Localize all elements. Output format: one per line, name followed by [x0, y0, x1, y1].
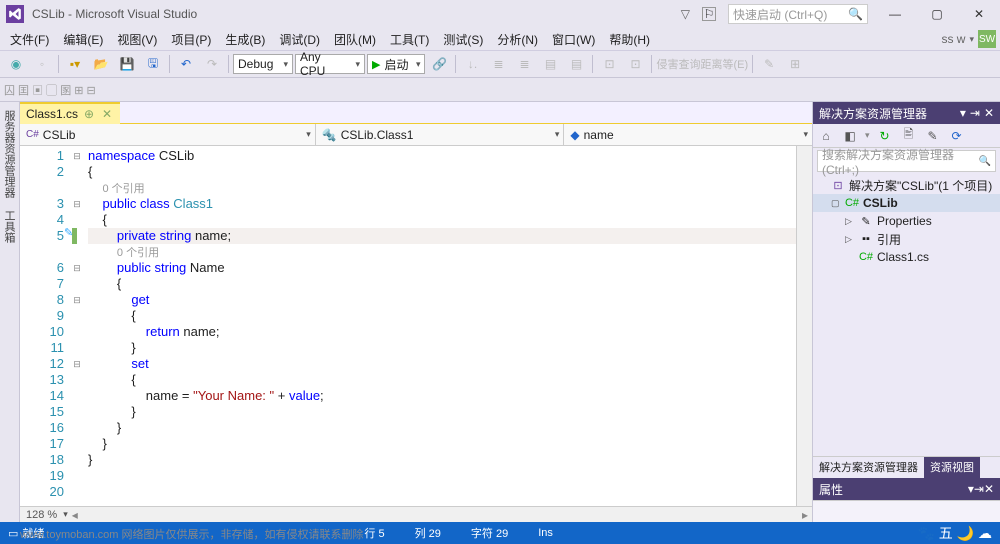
forward-button[interactable]: ◦	[30, 53, 54, 75]
vs-logo	[6, 5, 24, 23]
nav-bar: C#CSLib 🔩CSLib.Class1 ◆name	[20, 124, 812, 146]
user-dropdown-icon[interactable]: ▾	[969, 34, 974, 45]
window-title: CSLib - Microsoft Visual Studio	[32, 7, 197, 21]
open-button[interactable]: 📂	[89, 53, 113, 75]
main-toolbar: ◉ ◦ ▪▾ 📂 💾 🖫 ↶ ↷ Debug Any CPU ▶启动 🔗 ↓. …	[0, 50, 1000, 78]
status-col: 列 29	[415, 525, 441, 541]
menu-item[interactable]: 生成(B)	[219, 29, 271, 50]
notification-icon[interactable]: ⚐	[702, 7, 716, 21]
props-pin-icon[interactable]: ⇥	[974, 482, 984, 496]
nav-class[interactable]: 🔩CSLib.Class1	[316, 124, 565, 145]
menu-item[interactable]: 视图(V)	[111, 29, 163, 50]
outdent-button[interactable]: ≣	[512, 53, 536, 75]
undo-button[interactable]: ↶	[174, 53, 198, 75]
references-node[interactable]: ▷▪▪ 引用	[813, 230, 1000, 248]
file-tab-row: Class1.cs ⊕ ✕	[20, 102, 812, 124]
user-name[interactable]: ss w	[941, 32, 965, 46]
minimize-button[interactable]: —	[880, 4, 910, 24]
server-explorer-tab[interactable]: 服务器资源管理器	[0, 104, 19, 204]
menu-bar: 文件(F)编辑(E)视图(V)项目(P)生成(B)调试(D)团队(M)工具(T)…	[0, 28, 1000, 50]
watermark: www.toymoban.com 网络图片仅供展示，非存储，如有侵权请联系删除	[20, 526, 363, 542]
menu-item[interactable]: 分析(N)	[491, 29, 544, 50]
menu-item[interactable]: 文件(F)	[4, 29, 55, 50]
tb-end2[interactable]: ⊞	[783, 53, 807, 75]
redo-button[interactable]: ↷	[200, 53, 224, 75]
solution-tab-resource[interactable]: 资源视图	[924, 457, 980, 478]
status-feedback-icon[interactable]: 🐾 五 🌙 ☁	[917, 523, 992, 543]
horizontal-scrollbar[interactable]: 128 % ▾ ◂ ▸	[20, 506, 812, 522]
layout-tools[interactable]: 囚 囯 ▣ ▢ 圂 ⊞ ⊟	[4, 82, 96, 98]
class1-node[interactable]: C# Class1.cs	[813, 248, 1000, 266]
menu-item[interactable]: 窗口(W)	[546, 29, 601, 50]
back-button[interactable]: ◉	[4, 53, 28, 75]
bookmarks2-button[interactable]: ⊡	[623, 53, 647, 75]
show-all-icon[interactable]: 🖹	[900, 127, 918, 145]
close-button[interactable]: ✕	[964, 4, 994, 24]
toolbox-tab[interactable]: 工具箱	[0, 204, 19, 249]
menu-item[interactable]: 编辑(E)	[57, 29, 109, 50]
step-button[interactable]: ↓.	[460, 53, 484, 75]
solution-tabs: 解决方案资源管理器 资源视图	[813, 456, 1000, 478]
start-button[interactable]: ▶启动	[367, 54, 425, 74]
status-ins: Ins	[538, 527, 553, 539]
flag-icon[interactable]: ▽	[681, 7, 690, 21]
menu-item[interactable]: 帮助(H)	[603, 29, 656, 50]
tb-end1[interactable]: ✎	[757, 53, 781, 75]
solution-explorer: 解决方案资源管理器 ▾ ⇥ ✕ ⌂ ◧ ▾ ↻ 🖹 ✎ ⟳ 搜索解决方案资源管理…	[812, 102, 1000, 522]
nav-project[interactable]: C#CSLib	[20, 124, 316, 145]
bookmarks-button[interactable]: ⊡	[597, 53, 621, 75]
code-editor[interactable]: 12345✎67891011121314151617181920 ⊟⊟⊟⊟⊟ n…	[20, 146, 812, 506]
left-sidebar-tabs: 服务器资源管理器 工具箱	[0, 102, 20, 522]
properties-node[interactable]: ▷✎ Properties	[813, 212, 1000, 230]
properties-header[interactable]: 属性 ▾ ⇥ ✕	[813, 478, 1000, 500]
indent-button[interactable]: ≣	[486, 53, 510, 75]
menu-item[interactable]: 团队(M)	[328, 29, 382, 50]
menu-item[interactable]: 工具(T)	[384, 29, 435, 50]
menu-item[interactable]: 项目(P)	[165, 29, 217, 50]
quick-launch[interactable]: 快速启动 (Ctrl+Q) 🔍	[728, 4, 868, 24]
solution-toolbar: ⌂ ◧ ▾ ↻ 🖹 ✎ ⟳	[813, 124, 1000, 148]
sync-icon[interactable]: ↻	[876, 127, 894, 145]
file-tab-class1[interactable]: Class1.cs ⊕ ✕	[20, 102, 120, 124]
properties-body	[813, 500, 1000, 522]
collapse-icon[interactable]: ◧	[841, 127, 859, 145]
project-node[interactable]: ▢C# CSLib	[813, 194, 1000, 212]
config-combo[interactable]: Debug	[233, 54, 293, 74]
comment-button[interactable]: ▤	[538, 53, 562, 75]
vertical-scrollbar[interactable]	[796, 146, 812, 506]
toolbar-text[interactable]: 侵害查询距离等(E)	[656, 56, 748, 72]
nav-member[interactable]: ◆name	[564, 124, 812, 145]
zoom-level[interactable]: 128 %	[20, 509, 63, 521]
user-badge[interactable]: SW	[978, 30, 996, 48]
solution-tree: ⊡ 解决方案"CSLib"(1 个项目) ▢C# CSLib ▷✎ Proper…	[813, 174, 1000, 456]
title-bar: CSLib - Microsoft Visual Studio ▽ ⚐ 快速启动…	[0, 0, 1000, 28]
panel-dropdown-icon[interactable]: ▾	[960, 106, 966, 120]
close-tab-icon[interactable]: ✕	[102, 107, 114, 121]
pin-icon[interactable]: ⊕	[84, 107, 96, 121]
save-button[interactable]: 💾	[115, 53, 139, 75]
maximize-button[interactable]: ▢	[922, 4, 952, 24]
new-project-button[interactable]: ▪▾	[63, 53, 87, 75]
solution-tab-explorer[interactable]: 解决方案资源管理器	[813, 457, 924, 478]
uncomment-button[interactable]: ▤	[564, 53, 588, 75]
secondary-toolbar: 囚 囯 ▣ ▢ 圂 ⊞ ⊟	[0, 78, 1000, 102]
solution-explorer-header[interactable]: 解决方案资源管理器 ▾ ⇥ ✕	[813, 102, 1000, 124]
save-all-button[interactable]: 🖫	[141, 53, 165, 75]
menu-item[interactable]: 测试(S)	[437, 29, 489, 50]
panel-pin-icon[interactable]: ⇥	[970, 106, 980, 120]
home-icon[interactable]: ⌂	[817, 127, 835, 145]
status-icon: ▭	[8, 527, 18, 540]
props-close-icon[interactable]: ✕	[984, 482, 994, 496]
editor-area: Class1.cs ⊕ ✕ C#CSLib 🔩CSLib.Class1 ◆nam…	[20, 102, 812, 522]
solution-node[interactable]: ⊡ 解决方案"CSLib"(1 个项目)	[813, 176, 1000, 194]
status-line: 行 5	[364, 525, 384, 541]
menu-item[interactable]: 调试(D)	[273, 29, 326, 50]
panel-close-icon[interactable]: ✕	[984, 106, 994, 120]
browser-link-button[interactable]: 🔗	[427, 53, 451, 75]
solution-search[interactable]: 搜索解决方案资源管理器(Ctrl+;) 🔍	[817, 150, 996, 172]
properties-icon[interactable]: ✎	[924, 127, 942, 145]
refresh-icon[interactable]: ⟳	[948, 127, 966, 145]
platform-combo[interactable]: Any CPU	[295, 54, 365, 74]
status-char: 字符 29	[471, 525, 508, 541]
